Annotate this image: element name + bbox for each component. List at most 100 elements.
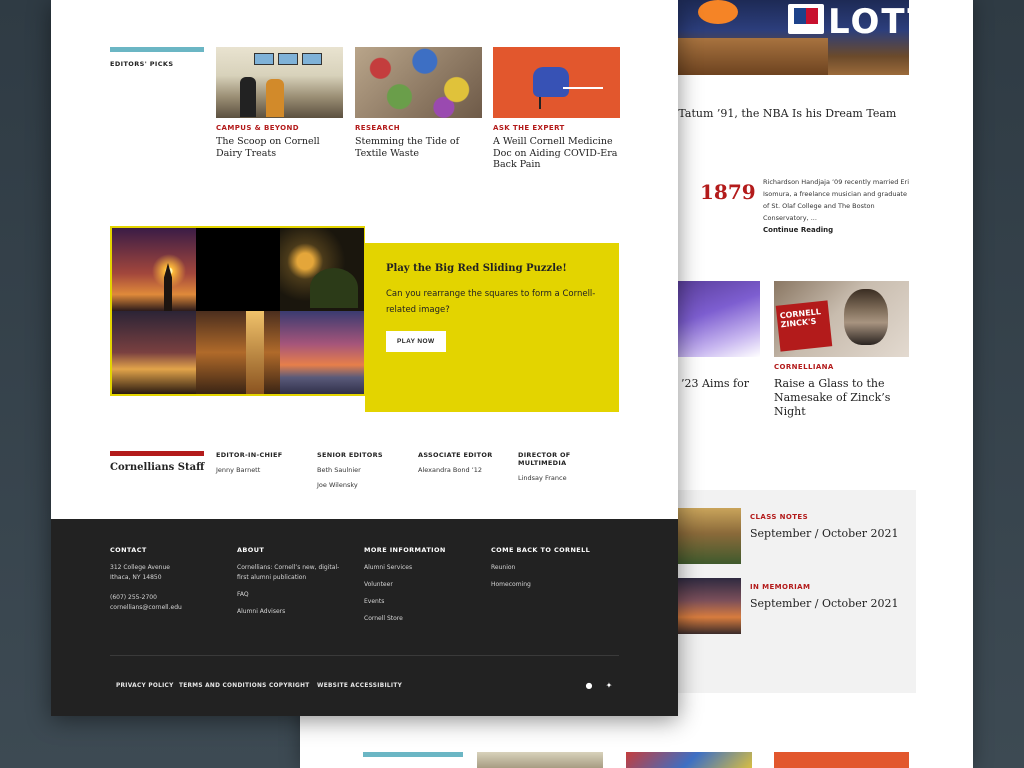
wedding-text: Richardson Handjaja ’09 recently married… xyxy=(763,178,910,222)
class-notes-title[interactable]: September / October 2021 xyxy=(750,527,898,541)
zincks-photo[interactable]: CORNELL ZINCK'S xyxy=(774,281,909,357)
footer-heading: MORE INFORMATION xyxy=(364,546,446,554)
staff-role: DIRECTOR OF MULTIMEDIA xyxy=(518,451,571,467)
facebook-icon[interactable]: ● xyxy=(584,681,594,691)
footer-heading: COME BACK TO CORNELL xyxy=(491,546,591,554)
pick-card-expert[interactable]: ASK THE EXPERT A Weill Cornell Medicine … xyxy=(493,47,620,171)
footer-link-volunteer[interactable]: Volunteer xyxy=(364,580,489,590)
sliding-puzzle-board[interactable] xyxy=(110,226,365,396)
memoriam-title[interactable]: September / October 2021 xyxy=(750,597,898,611)
site-footer: CONTACT 312 College Avenue Ithaca, NY 14… xyxy=(51,519,678,716)
menu-screen xyxy=(302,53,322,65)
cornelliana-kicker: CORNELLIANA xyxy=(774,363,834,371)
staff-name: Beth Saulnier xyxy=(317,466,361,474)
picks-accent-bar xyxy=(110,47,204,52)
staff-column: ASSOCIATE EDITOR Alexandra Bond ’12 xyxy=(418,451,513,475)
pick-title[interactable]: Stemming the Tide of Textile Waste xyxy=(355,136,482,159)
play-now-button[interactable]: PLAY NOW xyxy=(386,331,446,352)
pick-title[interactable]: A Weill Cornell Medicine Doc on Aiding C… xyxy=(493,136,620,171)
pick-kicker[interactable]: ASK THE EXPERT xyxy=(493,124,620,132)
textile-thumb-repeat xyxy=(626,752,752,768)
email-link[interactable]: cornellians@cornell.edu xyxy=(110,603,235,613)
memoriam-kicker: IN MEMORIAM xyxy=(750,583,811,591)
pick-card-dairy[interactable]: CAMPUS & BEYOND The Scoop on Cornell Dai… xyxy=(216,47,343,159)
footer-link-cornell-store[interactable]: Cornell Store xyxy=(364,614,489,624)
puzzle-tile[interactable] xyxy=(112,228,196,311)
footer-about: ABOUT Cornellians: Cornell’s new, digita… xyxy=(237,546,362,624)
skater-photo[interactable] xyxy=(678,281,760,357)
tree-silhouette xyxy=(310,268,358,308)
staff-accent-bar xyxy=(110,451,204,456)
staff-column: SENIOR EDITORS Beth Saulnier Joe Wilensk… xyxy=(317,451,412,490)
footer-link-alumni-services[interactable]: Alumni Services xyxy=(364,563,489,573)
puzzle-tile[interactable] xyxy=(112,311,196,394)
staff-role: ASSOCIATE EDITOR xyxy=(418,451,493,459)
pick-kicker[interactable]: CAMPUS & BEYOND xyxy=(216,124,343,132)
footer-come-back: COME BACK TO CORNELL Reunion Homecoming xyxy=(491,546,616,597)
dairy-thumb-repeat xyxy=(477,752,603,768)
main-page: EDITORS' PICKS CAMPUS & BEYOND The Scoop… xyxy=(51,0,678,716)
lottery-sign-text: LOTT xyxy=(828,2,909,42)
cornelliana-headline[interactable]: Raise a Glass to the Namesake of Zinck’s… xyxy=(774,377,914,419)
class-notes-kicker: CLASS NOTES xyxy=(750,513,809,521)
staff-name: Jenny Barnett xyxy=(216,466,261,474)
continue-reading-link[interactable]: Continue Reading xyxy=(763,224,913,236)
chair-shape xyxy=(533,67,569,97)
staff-role: EDITOR-IN-CHIEF xyxy=(216,451,283,459)
puzzle-tile[interactable] xyxy=(280,311,364,394)
puzzle-tile[interactable] xyxy=(196,311,280,394)
terms-link[interactable]: TERMS AND CONDITIONS xyxy=(179,683,267,689)
person-silhouette xyxy=(266,79,284,117)
footer-contact: CONTACT 312 College Avenue Ithaca, NY 14… xyxy=(110,546,235,613)
memoriam-photo[interactable] xyxy=(678,578,741,634)
staff-column: EDITOR-IN-CHIEF Jenny Barnett xyxy=(216,451,311,475)
footer-link-events[interactable]: Events xyxy=(364,597,489,607)
footer-divider xyxy=(110,655,619,656)
staff-name: Joe Wilensky xyxy=(317,481,358,489)
textile-waste-photo[interactable] xyxy=(355,47,482,118)
pick-card-textile[interactable]: RESEARCH Stemming the Tide of Textile Wa… xyxy=(355,47,482,159)
footer-link-reunion[interactable]: Reunion xyxy=(491,563,616,573)
menu-screen xyxy=(278,53,298,65)
privacy-policy-link[interactable]: PRIVACY POLICY xyxy=(116,683,174,689)
accessibility-link[interactable]: WEBSITE ACCESSIBILITY xyxy=(317,683,402,689)
wedding-excerpt: Richardson Handjaja ’09 recently married… xyxy=(763,176,913,236)
expert-thumb-repeat xyxy=(774,752,909,768)
nba-lottery-photo[interactable]: LOTT xyxy=(678,0,909,75)
clock-tower xyxy=(246,311,264,394)
knicks-logo xyxy=(698,0,738,24)
picks-accent-bar xyxy=(363,752,463,757)
staff-name: Lindsay France xyxy=(518,474,567,482)
tatum-headline[interactable]: rk Tatum ’91, the NBA Is his Dream Team xyxy=(663,107,913,121)
pick-kicker[interactable]: RESEARCH xyxy=(355,124,482,132)
pick-title[interactable]: The Scoop on Cornell Dairy Treats xyxy=(216,136,343,159)
twitter-icon[interactable]: ✦ xyxy=(604,681,614,691)
puzzle-empty-slot[interactable] xyxy=(196,228,280,311)
year-number: 1879 xyxy=(700,180,756,204)
menu-screen xyxy=(254,53,274,65)
address-line: Ithaca, NY 14850 xyxy=(110,574,162,581)
skater-headline[interactable]: ’23 Aims for xyxy=(681,377,761,391)
puzzle-tile[interactable] xyxy=(280,228,364,311)
dairy-bar-photo[interactable] xyxy=(216,47,343,118)
copyright-link[interactable]: COPYRIGHT xyxy=(269,683,310,689)
footer-more-info: MORE INFORMATION Alumni Services Volunte… xyxy=(364,546,489,631)
footer-link-alumni-advisers[interactable]: Alumni Advisers xyxy=(237,607,362,617)
desk-line xyxy=(563,87,603,89)
staff-name: Alexandra Bond ’12 xyxy=(418,466,483,474)
staff-column: DIRECTOR OF MULTIMEDIA Lindsay France xyxy=(518,451,613,483)
phone-number[interactable]: (607) 255-2700 xyxy=(110,593,235,603)
footer-link-faq[interactable]: FAQ xyxy=(237,590,362,600)
footer-link-homecoming[interactable]: Homecoming xyxy=(491,580,616,590)
back-pain-illustration[interactable] xyxy=(493,47,620,118)
zincks-sign: CORNELL ZINCK'S xyxy=(775,300,833,352)
staff-role: SENIOR EDITORS xyxy=(317,451,383,459)
puzzle-title: Play the Big Red Sliding Puzzle! xyxy=(386,263,567,274)
staff-heading: Cornellians Staff xyxy=(110,462,205,473)
class-notes-photo[interactable] xyxy=(678,508,741,564)
person-silhouette xyxy=(240,77,256,117)
chair-leg xyxy=(539,97,541,109)
nba-logo xyxy=(788,4,824,34)
address-line: 312 College Avenue xyxy=(110,564,170,571)
editors-picks-heading: EDITORS' PICKS xyxy=(110,60,174,68)
